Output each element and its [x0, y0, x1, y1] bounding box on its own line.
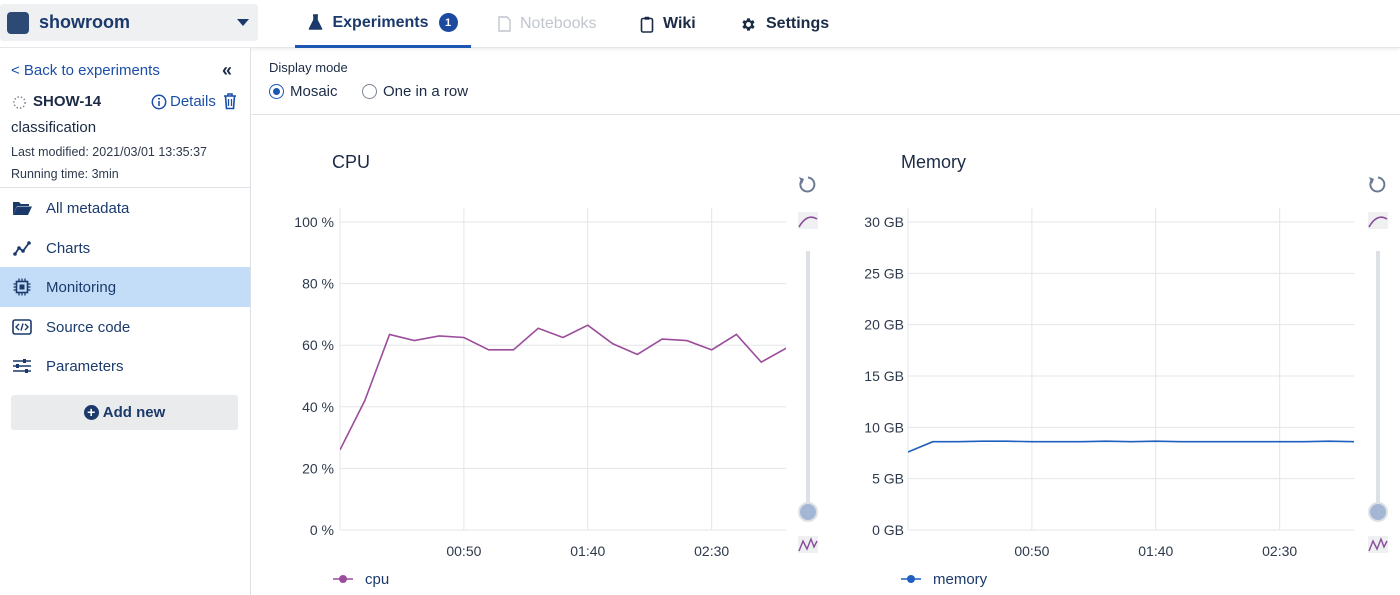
sidebar-item-charts[interactable]: Charts — [0, 228, 250, 268]
top-bar: showroom Experiments 1 Notebooks Wiki Se… — [0, 0, 1400, 48]
running-time: Running time: 3min — [11, 167, 119, 181]
sidebar-item-label: Monitoring — [46, 278, 117, 296]
tab-experiments-label: Experiments — [332, 13, 429, 31]
clipboard-icon — [640, 16, 654, 33]
tab-notebooks[interactable]: Notebooks — [498, 0, 597, 48]
chevron-down-icon — [237, 19, 249, 26]
tab-settings[interactable]: Settings — [740, 0, 829, 48]
add-new-button[interactable]: + Add new — [11, 395, 238, 430]
legend-label-cpu[interactable]: cpu — [365, 571, 389, 588]
code-icon — [11, 319, 33, 335]
radio-circle — [362, 84, 377, 99]
y-tick-label: 25 GB — [864, 265, 904, 281]
radio-mosaic-label: Mosaic — [290, 83, 338, 100]
sidebar-item-label: All metadata — [46, 199, 130, 217]
y-tick-label: 30 GB — [864, 214, 904, 230]
running-spinner-icon — [12, 95, 27, 115]
details-label: Details — [170, 93, 216, 110]
y-tick-label: 5 GB — [872, 471, 904, 487]
project-selector[interactable]: showroom — [0, 4, 258, 41]
add-new-label: Add new — [102, 404, 166, 421]
sidebar: < Back to experiments « SHOW-14 Details … — [0, 48, 251, 595]
project-name: showroom — [39, 12, 131, 32]
y-tick-label: 40 % — [302, 399, 334, 415]
collapse-sidebar-icon[interactable]: « — [222, 60, 232, 81]
line-chart-icon — [11, 240, 33, 256]
y-tick-label: 15 GB — [864, 368, 904, 384]
y-tick-label: 20 % — [302, 460, 334, 476]
sidebar-item-source-code[interactable]: Source code — [0, 307, 250, 347]
y-tick-label: 0 GB — [872, 522, 904, 538]
display-mode-label: Display mode — [269, 60, 348, 75]
radio-circle — [269, 84, 284, 99]
chart-title-cpu: CPU — [332, 152, 371, 172]
notebook-icon — [498, 16, 511, 32]
x-tick-label: 02:30 — [1262, 543, 1297, 559]
y-tick-label: 20 GB — [864, 317, 904, 333]
divider — [252, 114, 1400, 115]
legend-marker — [907, 575, 915, 583]
sliders-icon — [11, 358, 33, 374]
x-tick-label: 01:40 — [1138, 543, 1173, 559]
chip-icon — [11, 278, 33, 296]
radio-mosaic[interactable]: Mosaic — [269, 83, 338, 100]
experiment-id: SHOW-14 — [33, 93, 102, 110]
smooth-curve-button[interactable] — [798, 212, 818, 229]
flask-icon — [308, 14, 323, 31]
memory-chart: 0 GB 5 GB 10 GB 15 GB 20 GB 25 GB 30 GB 00:50 01… — [864, 176, 1388, 588]
back-to-experiments-link[interactable]: < Back to experiments — [11, 62, 160, 79]
folder-open-icon — [11, 200, 33, 216]
y-tick-label: 80 % — [302, 276, 334, 292]
x-tick-label: 01:40 — [570, 543, 605, 559]
y-tick-label: 60 % — [302, 337, 334, 353]
info-icon — [151, 94, 167, 110]
details-button[interactable]: Details — [151, 93, 216, 110]
x-tick-label: 00:50 — [446, 543, 481, 559]
chart-title-memory: Memory — [901, 152, 967, 172]
plus-circle-icon: + — [83, 405, 99, 420]
x-tick-label: 02:30 — [694, 543, 729, 559]
sidebar-item-parameters[interactable]: Parameters — [0, 346, 250, 386]
trash-icon[interactable] — [222, 92, 238, 115]
tab-wiki[interactable]: Wiki — [640, 0, 696, 48]
tab-settings-label: Settings — [766, 15, 830, 32]
gear-icon — [740, 16, 757, 33]
project-logo — [7, 11, 29, 34]
tab-notebooks-label: Notebooks — [520, 15, 597, 32]
radio-one-in-a-row-label: One in a row — [383, 83, 469, 100]
sidebar-item-monitoring[interactable]: Monitoring — [0, 267, 250, 307]
legend-label-memory[interactable]: memory — [933, 571, 988, 588]
tab-wiki-label: Wiki — [663, 15, 696, 32]
sidebar-item-label: Charts — [46, 239, 91, 257]
x-tick-label: 00:50 — [1014, 543, 1049, 559]
sidebar-item-label: Source code — [46, 318, 131, 336]
experiments-count-badge: 1 — [438, 13, 458, 32]
tab-experiments[interactable]: Experiments 1 — [295, 0, 471, 48]
cpu-chart: 0 % 20 % 40 % 60 % 80 % 100 % 00:50 01:40 02:30 c… — [294, 176, 818, 588]
radio-one-in-a-row[interactable]: One in a row — [362, 83, 468, 100]
last-modified: Last modified: 2021/03/01 13:35:37 — [11, 145, 207, 159]
y-tick-label: 0 % — [310, 522, 334, 538]
sidebar-item-label: Parameters — [46, 357, 124, 375]
y-tick-label: 10 GB — [864, 419, 904, 435]
series-line-cpu — [340, 324, 786, 451]
sidebar-item-all-metadata[interactable]: All metadata — [0, 188, 250, 228]
experiment-header: SHOW-14 Details — [11, 92, 243, 114]
experiment-description: classification — [11, 119, 97, 136]
legend-marker — [339, 575, 347, 583]
smooth-curve-button[interactable] — [1368, 212, 1388, 229]
series-line-memory — [908, 440, 1354, 453]
smoothing-slider-handle[interactable] — [1368, 502, 1388, 522]
y-tick-label: 100 % — [294, 214, 334, 230]
smoothing-slider-handle[interactable] — [798, 502, 818, 522]
